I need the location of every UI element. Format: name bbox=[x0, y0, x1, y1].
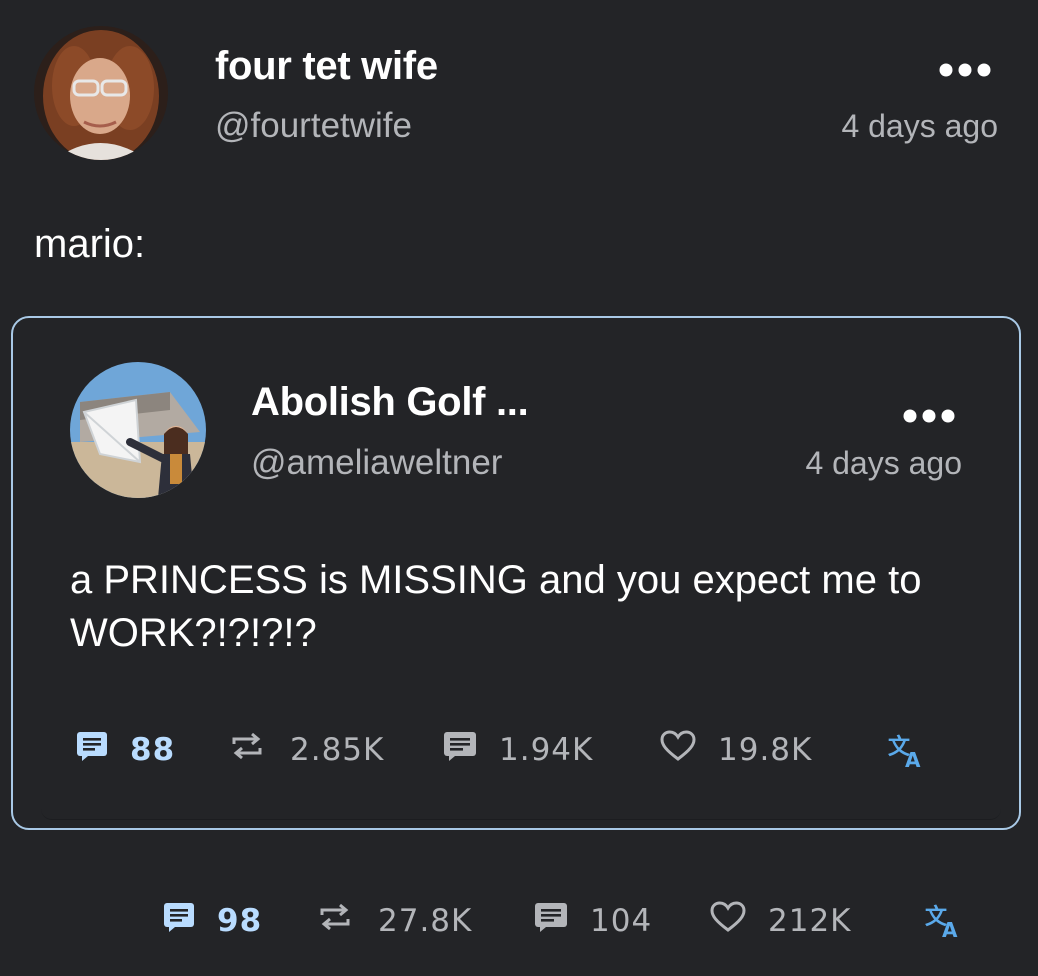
quotes-count-button[interactable]: 98 bbox=[163, 901, 262, 941]
quoted-repost-count: 2.85K bbox=[290, 732, 385, 768]
repost-button[interactable]: 27.8K bbox=[318, 901, 472, 941]
quoted-post-divider bbox=[41, 809, 1001, 820]
translate-button[interactable]: 文 A bbox=[925, 902, 965, 948]
quoted-post-text: a PRINCESS is MISSING and you expect me … bbox=[70, 558, 922, 655]
quoted-like-count: 19.8K bbox=[718, 732, 813, 768]
quoted-reply-button[interactable]: 1.94K bbox=[443, 730, 593, 770]
quoted-author-avatar-image bbox=[70, 362, 206, 498]
translate-icon: 文 A bbox=[925, 904, 958, 942]
quoted-quotes-count: 88 bbox=[130, 732, 176, 768]
heart-icon bbox=[660, 730, 696, 770]
svg-text:A: A bbox=[942, 918, 958, 940]
quoted-repost-button[interactable]: 2.85K bbox=[230, 730, 384, 770]
quoted-author-handle[interactable]: @ameliaweltner bbox=[251, 443, 502, 483]
translate-icon: 文 A bbox=[888, 734, 921, 772]
repost-count: 27.8K bbox=[378, 903, 473, 939]
quoted-more-options-icon[interactable] bbox=[902, 396, 956, 430]
quoted-author-avatar[interactable] bbox=[70, 362, 206, 498]
heart-icon bbox=[710, 901, 746, 941]
reply-icon bbox=[534, 901, 568, 941]
quoted-post-timestamp[interactable]: 4 days ago bbox=[805, 445, 962, 482]
quote-icon bbox=[163, 901, 195, 941]
quoted-like-button[interactable]: 19.8K bbox=[660, 730, 812, 770]
author-avatar[interactable] bbox=[34, 26, 168, 160]
svg-text:A: A bbox=[905, 748, 921, 770]
repost-icon bbox=[318, 901, 352, 941]
reply-icon bbox=[443, 730, 477, 770]
quoted-author-display-name[interactable]: Abolish Golf ... bbox=[251, 380, 529, 425]
quoted-quotes-count-button[interactable]: 88 bbox=[76, 730, 175, 770]
reply-count: 104 bbox=[590, 903, 653, 939]
quotes-count: 98 bbox=[217, 903, 263, 939]
more-options-icon[interactable] bbox=[938, 50, 992, 84]
like-button[interactable]: 212K bbox=[710, 901, 852, 941]
post-text: mario: bbox=[34, 222, 146, 266]
repost-icon bbox=[230, 730, 264, 770]
like-count: 212K bbox=[768, 903, 852, 939]
author-avatar-image bbox=[34, 26, 168, 160]
more-horizontal-icon bbox=[903, 409, 955, 423]
more-horizontal-icon bbox=[939, 63, 991, 77]
post-timestamp[interactable]: 4 days ago bbox=[841, 108, 998, 145]
quote-icon bbox=[76, 730, 108, 770]
quoted-reply-count: 1.94K bbox=[499, 732, 594, 768]
reply-button[interactable]: 104 bbox=[534, 901, 652, 941]
author-handle[interactable]: @fourtetwife bbox=[215, 106, 412, 146]
author-display-name[interactable]: four tet wife bbox=[215, 44, 438, 89]
quoted-translate-icon[interactable]: 文 A bbox=[888, 732, 928, 778]
